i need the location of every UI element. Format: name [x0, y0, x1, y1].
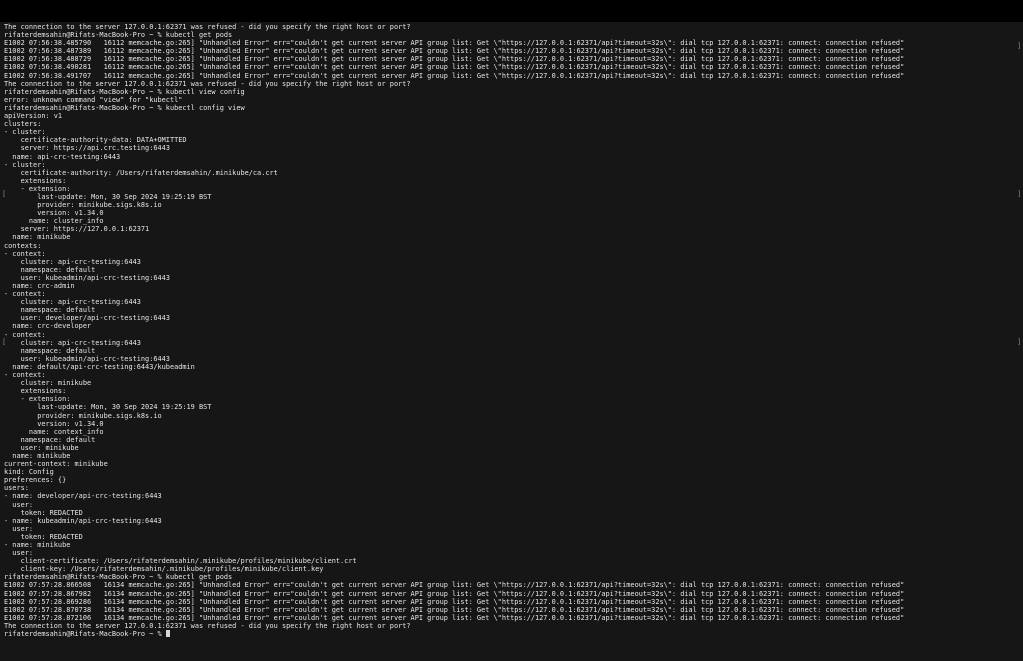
terminal-line: - name: developer/api-crc-testing:6443 [4, 492, 162, 501]
window-titlebar [0, 0, 1023, 22]
terminal-prompt-line[interactable]: rifaterdemsahin@Rifats-MacBook-Pro ~ % [4, 630, 1014, 638]
terminal-line: The connection to the server 127.0.0.1:6… [4, 621, 411, 630]
terminal-line: E1002 07:57:28.870738 16134 memcache.go:… [4, 605, 905, 614]
terminal-line: namespace: default [4, 265, 96, 274]
terminal-line: user: [4, 524, 34, 533]
terminal-line: namespace: default [4, 346, 96, 355]
terminal-line: version: v1.34.0 [4, 209, 104, 218]
terminal-line: server: https://api.crc.testing:6443 [4, 144, 170, 153]
terminal-line: rifaterdemsahin@Rifats-MacBook-Pro ~ % k… [4, 31, 233, 40]
terminal-line: user: kubeadmin/api-crc-testing:6443 [4, 273, 170, 282]
terminal-line: name: context_info [4, 427, 104, 436]
terminal-line: - cluster: [4, 160, 46, 169]
terminal-line: name: cluster_info [4, 217, 104, 226]
terminal-line: extensions: [4, 176, 67, 185]
terminal-line: name: minikube [4, 233, 71, 242]
terminal-line: user: minikube [4, 443, 79, 452]
terminal-line: certificate-authority-data: DATA+OMITTED [4, 136, 187, 145]
terminal-line: - context: [4, 249, 46, 258]
terminal-line: apiVersion: v1 [4, 112, 63, 121]
terminal-line: E1002 07:56:38.488729 16112 memcache.go:… [4, 55, 905, 64]
terminal-line: user: [4, 500, 34, 509]
terminal-line: provider: minikube.sigs.k8s.io [4, 201, 162, 210]
terminal-line: - context: [4, 371, 46, 380]
terminal-line: - context: [4, 330, 46, 339]
terminal-line: E1002 07:57:28.869286 16134 memcache.go:… [4, 597, 905, 606]
terminal-line: version: v1.34.0 [4, 419, 104, 428]
terminal-line: error: unknown command "view" for "kubec… [4, 95, 183, 104]
terminal-line: E1002 07:57:28.872106 16134 memcache.go:… [4, 613, 905, 622]
scroll-marker-icon: [ [2, 338, 7, 346]
shell-prompt: rifaterdemsahin@Rifats-MacBook-Pro ~ % [4, 630, 166, 639]
scroll-marker-icon: ] [1017, 338, 1022, 346]
terminal-line: last-update: Mon, 30 Sep 2024 19:25:19 B… [4, 192, 212, 201]
terminal-line: last-update: Mon, 30 Sep 2024 19:25:19 B… [4, 403, 212, 412]
terminal-line: client-certificate: /Users/rifaterdemsah… [4, 557, 357, 566]
terminal-line: The connection to the server 127.0.0.1:6… [4, 79, 411, 88]
terminal-line: user: [4, 549, 34, 558]
terminal-line: contexts: [4, 241, 42, 250]
terminal-line: client-key: /Users/rifaterdemsahin/.mini… [4, 565, 324, 574]
terminal-window[interactable]: The connection to the server 127.0.0.1:6… [0, 22, 1023, 661]
terminal-line: rifaterdemsahin@Rifats-MacBook-Pro ~ % k… [4, 103, 245, 112]
text-cursor [165, 630, 170, 638]
terminal-line: name: minikube [4, 451, 71, 460]
terminal-line: rifaterdemsahin@Rifats-MacBook-Pro ~ % k… [4, 87, 245, 96]
terminal-line: cluster: api-crc-testing:6443 [4, 257, 141, 266]
terminal-line: E1002 07:57:28.867982 16134 memcache.go:… [4, 589, 905, 598]
terminal-line: - cluster: [4, 128, 46, 137]
terminal-line: - name: kubeadmin/api-crc-testing:6443 [4, 516, 162, 525]
terminal-line: cluster: api-crc-testing:6443 [4, 298, 141, 307]
terminal-line: name: crc-admin [4, 282, 75, 290]
terminal-line: provider: minikube.sigs.k8s.io [4, 411, 162, 420]
terminal-line: current-context: minikube [4, 460, 108, 469]
terminal-line: - name: minikube [4, 541, 71, 549]
screen: The connection to the server 127.0.0.1:6… [0, 0, 1023, 661]
terminal-line: extensions: [4, 387, 67, 396]
terminal-line: E1002 07:56:38.491707 16112 memcache.go:… [4, 71, 905, 80]
terminal-line: namespace: default [4, 435, 96, 444]
terminal-line: cluster: api-crc-testing:6443 [4, 338, 141, 347]
terminal-line: user: kubeadmin/api-crc-testing:6443 [4, 354, 170, 363]
terminal-line: users: [4, 484, 29, 493]
terminal-line: namespace: default [4, 306, 96, 315]
scroll-marker-icon: [ [2, 190, 7, 198]
terminal-output: The connection to the server 127.0.0.1:6… [4, 23, 1014, 638]
terminal-line: E1002 07:57:28.866508 16134 memcache.go:… [4, 581, 905, 590]
terminal-line: - context: [4, 290, 46, 299]
terminal-line: cluster: minikube [4, 379, 92, 388]
scroll-marker-icon: ] [1017, 190, 1022, 198]
terminal-line: E1002 07:56:38.485790 16112 memcache.go:… [4, 39, 905, 48]
terminal-line: E1002 07:56:38.490281 16112 memcache.go:… [4, 63, 905, 72]
terminal-line: name: api-crc-testing:6443 [4, 152, 121, 161]
terminal-line: clusters: [4, 120, 42, 129]
scroll-marker-icon: ] [1017, 42, 1022, 50]
terminal-line: user: developer/api-crc-testing:6443 [4, 314, 170, 323]
terminal-line: - extension: [4, 184, 71, 193]
terminal-line: name: crc-developer [4, 322, 92, 331]
terminal-line: rifaterdemsahin@Rifats-MacBook-Pro ~ % k… [4, 573, 233, 582]
terminal-line: The connection to the server 127.0.0.1:6… [4, 23, 411, 31]
terminal-line: certificate-authority: /Users/rifaterdem… [4, 168, 278, 177]
terminal-line: server: https://127.0.0.1:62371 [4, 225, 150, 234]
terminal-line: preferences: {} [4, 476, 67, 485]
terminal-line: kind: Config [4, 468, 54, 477]
terminal-line: token: REDACTED [4, 508, 83, 517]
terminal-line: E1002 07:56:38.487389 16112 memcache.go:… [4, 47, 905, 56]
terminal-line: - extension: [4, 395, 71, 404]
terminal-line: name: default/api-crc-testing:6443/kubea… [4, 362, 195, 371]
terminal-line: token: REDACTED [4, 532, 83, 541]
